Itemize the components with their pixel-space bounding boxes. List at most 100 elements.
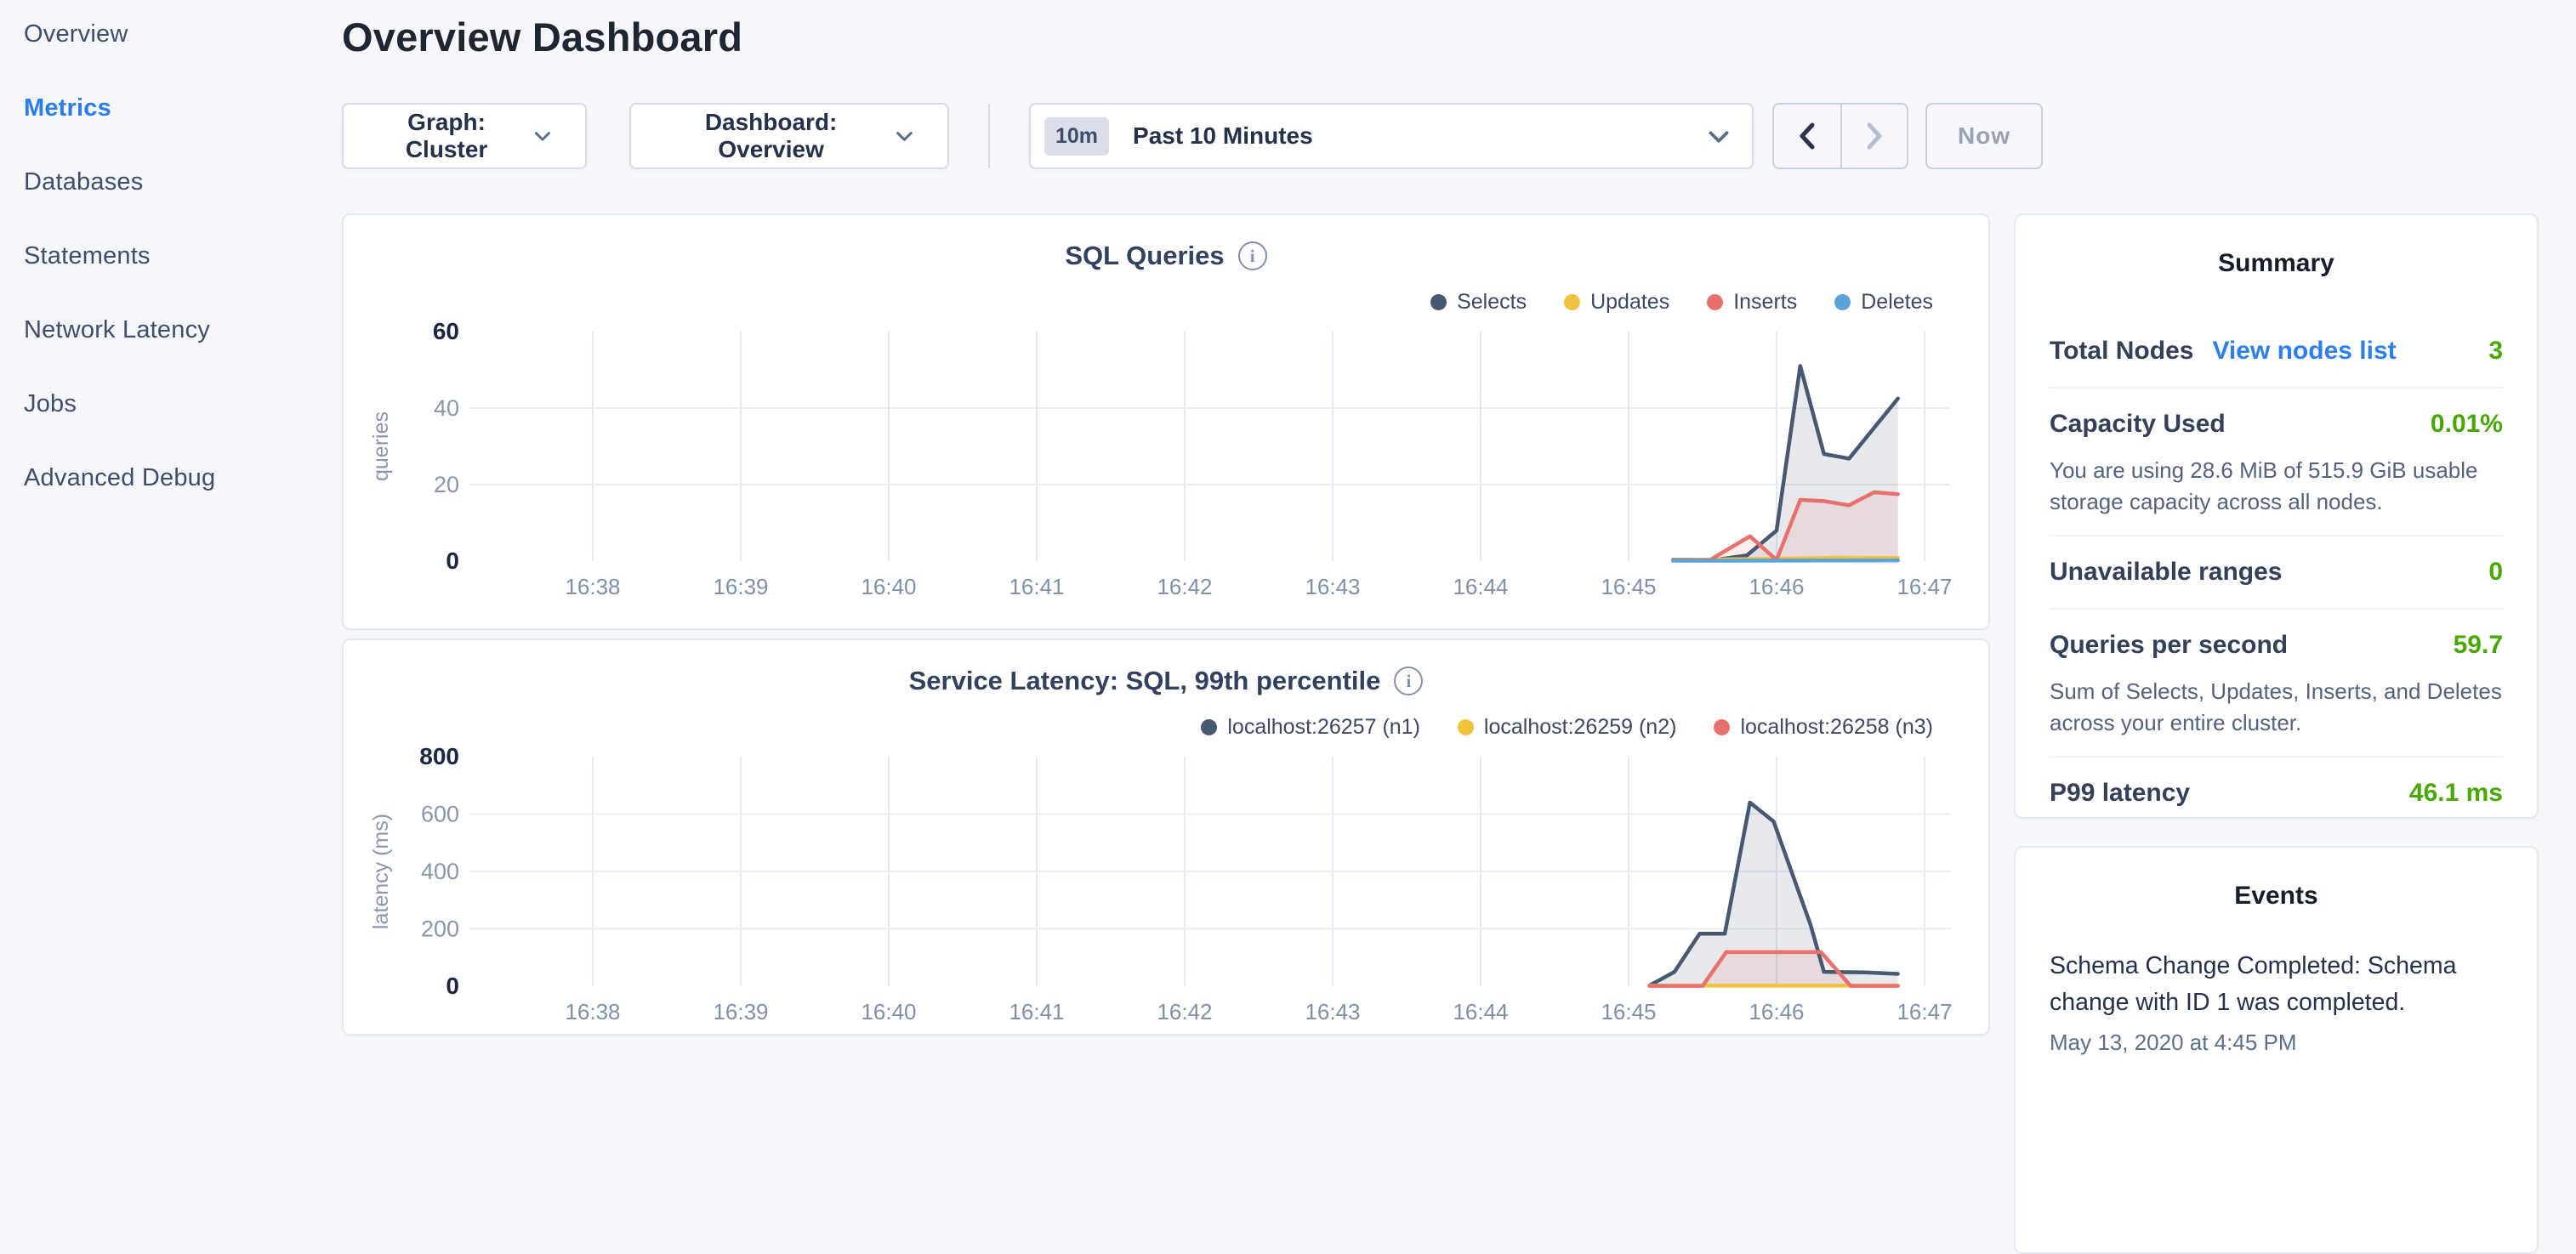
time-prev-button[interactable] (1774, 105, 1840, 167)
sidebar-item-metrics[interactable]: Metrics (24, 94, 342, 122)
legend-dot (1458, 719, 1474, 735)
svg-text:16:45: 16:45 (1601, 574, 1656, 599)
svg-text:queries: queries (369, 411, 393, 481)
svg-text:16:44: 16:44 (1453, 999, 1508, 1024)
summary-row-qps: Queries per second 59.7 (2050, 610, 2503, 681)
sidebar-item-overview[interactable]: Overview (24, 20, 342, 48)
svg-text:600: 600 (421, 802, 459, 827)
total-nodes-value: 3 (2488, 337, 2503, 366)
service-latency-chart: 16:3816:3916:4016:4116:4216:4316:4416:45… (344, 744, 1992, 1037)
view-nodes-list-link[interactable]: View nodes list (2212, 337, 2396, 366)
chevron-left-icon (1798, 122, 1817, 150)
qps-label: Queries per second (2050, 631, 2288, 660)
qps-value: 59.7 (2454, 631, 2503, 660)
svg-text:16:40: 16:40 (861, 999, 916, 1024)
legend-label: Deletes (1861, 290, 1933, 315)
time-now-button[interactable]: Now (1925, 103, 2043, 169)
unavailable-ranges-value: 0 (2488, 558, 2503, 587)
app-root: Overview Metrics Databases Statements Ne… (0, 0, 2576, 1051)
time-range-selector[interactable]: 10m Past 10 Minutes (1029, 103, 1754, 169)
summary-row-total-nodes: Total Nodes View nodes list 3 (2050, 315, 2503, 387)
chevron-down-icon (534, 129, 551, 143)
dashboard-dropdown[interactable]: Dashboard: Overview (629, 103, 949, 169)
svg-text:20: 20 (434, 472, 459, 497)
svg-text:16:46: 16:46 (1749, 999, 1804, 1024)
legend-dot (1834, 294, 1851, 310)
chart-title: Service Latency: SQL, 99th percentile i (344, 666, 1988, 696)
summary-panel: Summary Total Nodes View nodes list 3 Ca… (2014, 213, 2539, 819)
legend-label: Selects (1457, 290, 1527, 315)
chart-legend: localhost:26257 (n1) localhost:26259 (n2)… (344, 713, 1933, 740)
chart-legend: Selects Updates Inserts Deletes (344, 288, 1933, 315)
total-nodes-label: Total Nodes (2050, 337, 2193, 366)
sidebar-item-network-latency[interactable]: Network Latency (24, 316, 342, 344)
legend-item-localhost-26258-n3-[interactable]: localhost:26258 (n3) (1714, 715, 1933, 740)
svg-text:60: 60 (433, 319, 459, 344)
chart-svg: 16:3816:3916:4016:4116:4216:4316:4416:45… (344, 744, 1992, 1037)
time-next-button[interactable] (1840, 105, 1907, 167)
controls-divider (988, 104, 990, 168)
capacity-used-value: 0.01% (2431, 410, 2503, 439)
p99-latency-value: 46.1 ms (2409, 779, 2503, 808)
events-panel: Events Schema Change Completed: Schema c… (2014, 846, 2539, 1254)
event-message: Schema Change Completed: Schema change w… (2050, 948, 2503, 1021)
svg-text:16:45: 16:45 (1601, 999, 1656, 1024)
sidebar-item-databases[interactable]: Databases (24, 168, 342, 196)
legend-item-deletes[interactable]: Deletes (1834, 290, 1933, 315)
unavailable-ranges-label: Unavailable ranges (2050, 558, 2282, 587)
events-title: Events (2050, 882, 2503, 911)
event-timestamp: May 13, 2020 at 4:45 PM (2050, 1030, 2503, 1056)
legend-dot (1430, 294, 1447, 310)
chart-svg: 16:3816:3916:4016:4116:4216:4316:4416:45… (344, 319, 1992, 612)
capacity-used-desc: You are using 28.6 MiB of 515.9 GiB usab… (2050, 455, 2503, 518)
svg-text:16:42: 16:42 (1157, 999, 1212, 1024)
capacity-used-label: Capacity Used (2050, 410, 2226, 439)
legend-item-updates[interactable]: Updates (1564, 290, 1669, 315)
svg-text:16:38: 16:38 (565, 574, 620, 599)
event-item[interactable]: Schema Change Completed: Schema change w… (2050, 948, 2503, 1056)
sidebar-item-advanced-debug[interactable]: Advanced Debug (24, 464, 342, 492)
svg-text:16:46: 16:46 (1749, 574, 1804, 599)
p99-latency-label: P99 latency (2050, 779, 2190, 808)
right-sidebar: Summary Total Nodes View nodes list 3 Ca… (2014, 213, 2539, 1254)
chart-title-text: SQL Queries (1065, 241, 1224, 271)
time-range-label: Past 10 Minutes (1133, 122, 1313, 150)
svg-text:16:43: 16:43 (1305, 574, 1360, 599)
legend-item-inserts[interactable]: Inserts (1707, 290, 1797, 315)
chevron-down-icon (896, 129, 913, 143)
sidebar-item-jobs[interactable]: Jobs (24, 390, 342, 418)
svg-text:800: 800 (419, 744, 459, 769)
svg-text:16:42: 16:42 (1157, 574, 1212, 599)
info-icon[interactable]: i (1238, 241, 1267, 270)
svg-text:0: 0 (446, 973, 459, 999)
summary-row-capacity: Capacity Used 0.01% (2050, 389, 2503, 460)
summary-row-p99-latency: P99 latency 46.1 ms (2050, 758, 2503, 829)
legend-item-localhost-26259-n2-[interactable]: localhost:26259 (n2) (1458, 715, 1677, 740)
graph-dropdown[interactable]: Graph: Cluster (342, 103, 587, 169)
sidebar-item-statements[interactable]: Statements (24, 242, 342, 270)
svg-text:16:47: 16:47 (1896, 999, 1952, 1024)
legend-item-localhost-26257-n1-[interactable]: localhost:26257 (n1) (1201, 715, 1420, 740)
service-latency-chart-card: Service Latency: SQL, 99th percentile i … (342, 638, 1990, 1036)
legend-dot (1707, 294, 1723, 310)
chart-title: SQL Queries i (344, 241, 1988, 271)
qps-desc: Sum of Selects, Updates, Inserts, and De… (2050, 676, 2503, 739)
svg-text:400: 400 (421, 859, 459, 884)
chart-title-text: Service Latency: SQL, 99th percentile (909, 666, 1381, 696)
svg-text:16:41: 16:41 (1009, 574, 1064, 599)
svg-text:16:38: 16:38 (565, 999, 620, 1024)
svg-text:16:40: 16:40 (861, 574, 916, 599)
sql-queries-chart-card: SQL Queries i Selects Updates Inserts Delet… (342, 213, 1990, 630)
legend-item-selects[interactable]: Selects (1430, 290, 1527, 315)
sidebar: Overview Metrics Databases Statements Ne… (0, 0, 342, 1051)
summary-row-unavailable-ranges: Unavailable ranges 0 (2050, 536, 2503, 608)
info-icon[interactable]: i (1394, 667, 1423, 695)
svg-text:40: 40 (434, 395, 459, 421)
legend-label: Updates (1590, 290, 1669, 315)
svg-text:0: 0 (446, 548, 459, 574)
time-nav-group (1772, 103, 1908, 169)
chevron-down-icon (1708, 129, 1730, 144)
svg-text:latency (ms): latency (ms) (369, 814, 393, 929)
chevron-right-icon (1865, 122, 1884, 150)
svg-text:16:47: 16:47 (1896, 574, 1952, 599)
